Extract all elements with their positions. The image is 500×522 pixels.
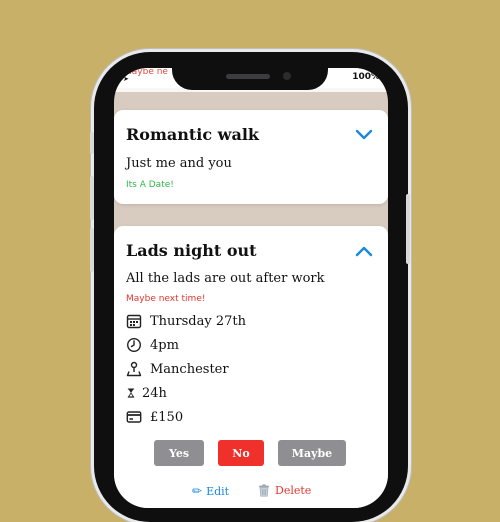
event-title: Romantic walk [126, 125, 259, 144]
detail-cost-text: £150 [150, 410, 183, 425]
detail-duration-text: 24h [142, 386, 167, 401]
rsvp-no-button[interactable]: No [218, 440, 264, 466]
detail-location-text: Manchester [150, 362, 229, 377]
event-description: Just me and you [126, 156, 232, 171]
earpiece-speaker [226, 74, 270, 79]
trash-icon [258, 484, 270, 497]
detail-cost: £150 [126, 408, 183, 426]
credit-card-icon [126, 409, 142, 425]
calendar-icon [126, 313, 142, 329]
volume-up-button [90, 176, 94, 220]
event-card-lads-night-out[interactable]: Lads night out All the lads are out afte… [114, 226, 388, 508]
battery-percent: 100% [352, 72, 380, 82]
status-carrier-text: Maybe ne [124, 68, 168, 77]
delete-button[interactable]: Delete [258, 484, 311, 497]
delete-label: Delete [275, 484, 311, 497]
detail-time: 4pm [126, 336, 179, 354]
pencil-icon: ✏ [192, 484, 202, 498]
volume-down-button [90, 228, 94, 272]
event-status-text: Maybe next time! [126, 294, 205, 304]
phone-screen: Maybe ne ➤ 100% Romantic walk Just me an… [114, 68, 388, 508]
edit-label: Edit [206, 485, 229, 498]
event-title: Lads night out [126, 241, 257, 260]
event-description: All the lads are out after work [126, 271, 325, 286]
event-card-romantic-walk[interactable]: Romantic walk Just me and you Its A Date… [114, 110, 388, 204]
location-arrow-icon: ➤ [123, 75, 129, 83]
chevron-down-icon[interactable] [355, 129, 373, 141]
detail-date-text: Thursday 27th [150, 314, 246, 329]
chevron-up-icon[interactable] [355, 245, 373, 257]
detail-location: Manchester [126, 360, 229, 378]
front-camera [283, 72, 291, 80]
edit-button[interactable]: ✏ Edit [192, 484, 229, 498]
rsvp-maybe-button[interactable]: Maybe [278, 440, 346, 466]
detail-time-text: 4pm [150, 338, 179, 353]
clock-icon [126, 337, 142, 353]
power-button [406, 194, 410, 264]
event-status-text: Its A Date! [126, 180, 174, 190]
detail-duration: 24h [126, 384, 167, 402]
map-pin-icon [126, 361, 142, 377]
detail-date: Thursday 27th [126, 312, 246, 330]
rsvp-yes-button[interactable]: Yes [154, 440, 204, 466]
hourglass-icon [126, 385, 136, 401]
mute-switch [90, 132, 94, 154]
